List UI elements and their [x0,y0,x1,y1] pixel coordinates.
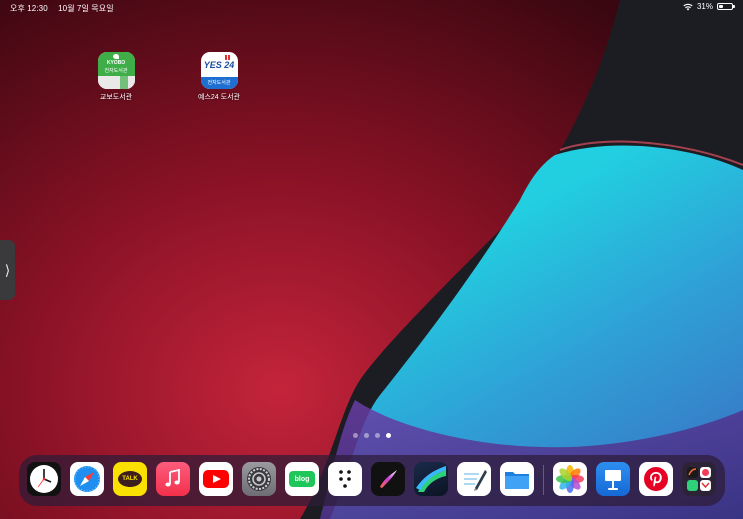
yes24-icon-subtext: 전자도서관 [207,80,231,86]
dock-app-dots[interactable] [328,462,362,496]
procreate-icon [380,470,397,488]
dock-app-procreate[interactable] [371,462,405,496]
lumafusion-icon [416,466,446,492]
dock-app-lumafusion[interactable] [414,462,448,496]
page-indicator[interactable] [0,433,743,438]
app-library-icon [687,467,711,491]
clock-icon [30,465,58,493]
kakaotalk-icon: TALK [118,471,142,487]
yes24-icon-text: YES 24 [203,60,235,70]
kyobo-icon-subtext: 전자도서관 [104,68,128,74]
dock-app-youtube[interactable] [199,462,233,496]
kyobo-icon-text: KYOBO [106,60,126,66]
app-yes24-library[interactable]: YES 24 전자도서관 예스24 도서관 [184,52,254,102]
notes-pen-icon [464,470,487,491]
dock-app-settings[interactable] [242,462,276,496]
keynote-icon [605,470,621,490]
status-bar: 오후 12:30 10월 7일 목요일 31% [0,0,743,14]
wifi-icon [683,3,693,10]
app-label: 예스24 도서관 [198,94,240,101]
status-date: 10월 7일 목요일 [58,4,114,13]
pinterest-icon [644,467,668,491]
page-dot[interactable] [363,433,369,438]
settings-icon [247,467,271,491]
files-icon [505,472,529,489]
dots-app-icon [339,470,351,488]
dock-app-library[interactable] [682,462,716,496]
dock-app-safari[interactable] [70,462,104,496]
dock-separator [543,465,544,495]
dock-app-kakaotalk[interactable]: TALK [113,462,147,496]
battery-percent: 31% [696,2,713,11]
chevron-right-icon: ⟩ [4,261,11,278]
dock-app-files[interactable] [500,462,534,496]
slide-over-handle[interactable]: ⟩ [0,240,15,300]
page-dot-active[interactable] [385,433,391,438]
status-time: 오후 12:30 [10,4,48,13]
battery-icon [717,3,735,10]
kyobo-library-icon: KYOBO 전자도서관 [97,52,135,89]
dock-app-pinterest[interactable] [639,462,673,496]
kakaotalk-icon-text: TALK [122,476,138,482]
safari-icon [74,466,100,492]
app-label: 교보도서관 [99,94,133,101]
dock-app-music[interactable] [156,462,190,496]
dock-app-clock[interactable] [27,462,61,496]
dock-app-keynote[interactable] [596,462,630,496]
dock-app-naver-blog[interactable]: blog [285,462,319,496]
naver-blog-icon-text: blog [294,475,310,483]
dock-app-notes[interactable] [457,462,491,496]
yes24-library-icon: YES 24 전자도서관 [200,52,238,89]
photos-icon [556,465,584,493]
page-dot[interactable] [352,433,358,438]
naver-blog-icon: blog [289,471,315,487]
app-kyobo-library[interactable]: KYOBO 전자도서관 교보도서관 [81,52,151,102]
page-dot[interactable] [374,433,380,438]
music-icon [165,469,180,487]
dock-app-photos[interactable] [553,462,587,496]
youtube-icon [203,470,229,488]
